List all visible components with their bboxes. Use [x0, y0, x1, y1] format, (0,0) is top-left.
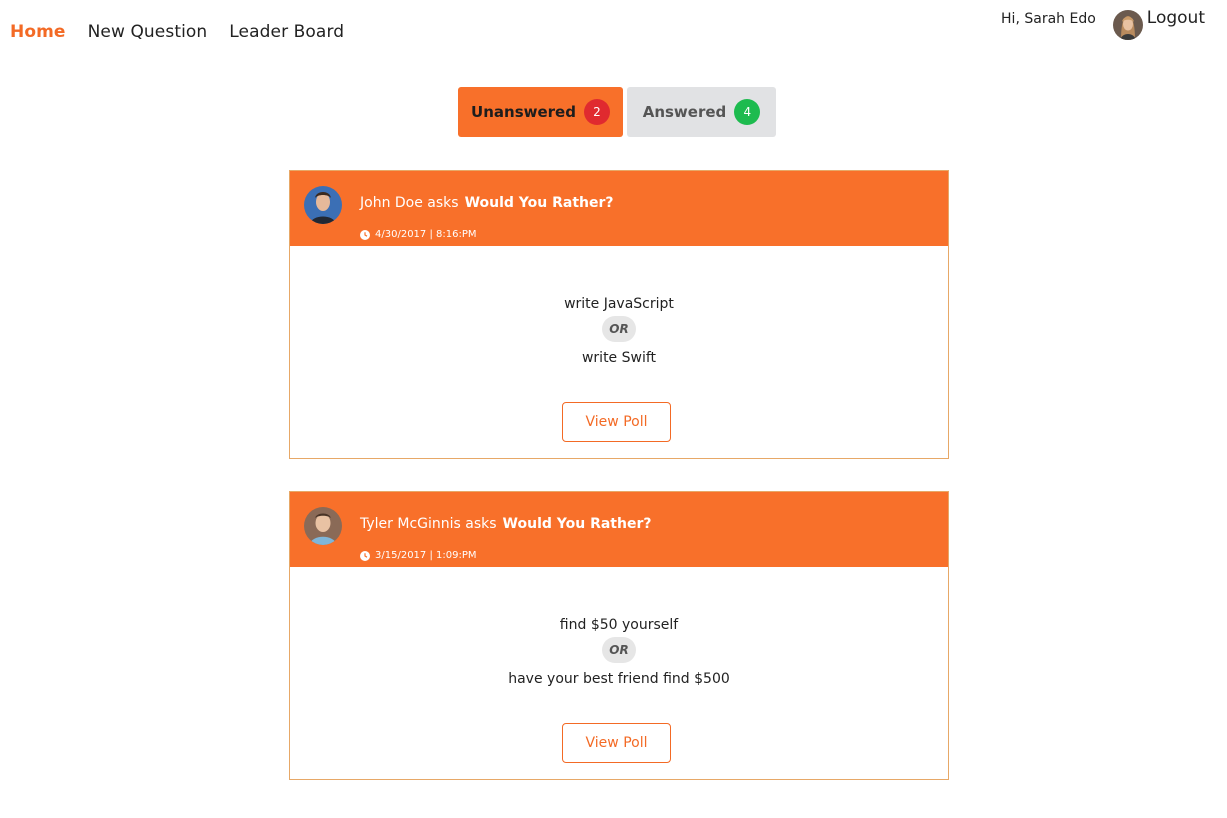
view-poll-button[interactable]: View Poll — [562, 723, 671, 763]
timestamp-text: 4/30/2017 | 8:16:PM — [375, 229, 477, 240]
option-two: have your best friend find $500 — [508, 671, 730, 687]
question-timestamp: 3/15/2017 | 1:09:PM — [360, 550, 476, 561]
clock-icon — [360, 550, 370, 561]
logout-button[interactable]: Logout — [1147, 8, 1205, 28]
question-tabs: Unanswered 2 Answered 4 — [458, 87, 776, 137]
user-greeting: Hi, Sarah Edo — [1001, 11, 1096, 27]
or-divider: OR — [602, 637, 636, 663]
question-card: John Doe asks Would You Rather? 4/30/2017… — [289, 170, 949, 459]
option-one: write JavaScript — [564, 296, 674, 312]
question-asker: Tyler McGinnis asks Would You Rather? — [360, 516, 652, 532]
tab-answered-label: Answered — [642, 103, 727, 121]
tab-unanswered-label: Unanswered — [471, 103, 576, 121]
question-card-body: write JavaScript OR write Swift View Pol… — [290, 246, 948, 458]
question-card: Tyler McGinnis asks Would You Rather? 3/1… — [289, 491, 949, 780]
nav-new-question-link[interactable]: New Question — [88, 22, 208, 42]
asker-avatar — [304, 507, 342, 545]
question-asker: John Doe asks Would You Rather? — [360, 195, 614, 211]
user-menu: Hi, Sarah Edo Logout — [1001, 8, 1205, 40]
question-title: Would You Rather? — [502, 516, 652, 532]
option-one: find $50 yourself — [559, 617, 679, 633]
question-card-body: find $50 yourself OR have your best frie… — [290, 567, 948, 779]
view-poll-button[interactable]: View Poll — [562, 402, 671, 442]
answered-count-badge: 4 — [734, 99, 761, 125]
timestamp-text: 3/15/2017 | 1:09:PM — [375, 550, 477, 561]
or-divider: OR — [602, 316, 636, 342]
asker-name: John Doe asks — [360, 195, 459, 211]
question-timestamp: 4/30/2017 | 8:16:PM — [360, 229, 476, 240]
question-card-header: John Doe asks Would You Rather? 4/30/2017… — [290, 171, 948, 246]
nav-home-link[interactable]: Home — [10, 22, 66, 42]
clock-icon — [360, 229, 370, 240]
question-card-header: Tyler McGinnis asks Would You Rather? 3/1… — [290, 492, 948, 567]
tab-unanswered[interactable]: Unanswered 2 — [458, 87, 623, 137]
unanswered-count-badge: 2 — [583, 99, 610, 125]
asker-avatar — [304, 186, 342, 224]
tab-answered[interactable]: Answered 4 — [627, 87, 776, 137]
asker-name: Tyler McGinnis asks — [360, 516, 497, 532]
main-nav: Home New Question Leader Board — [10, 22, 366, 42]
option-two: write Swift — [581, 350, 657, 366]
question-title: Would You Rather? — [464, 195, 614, 211]
nav-leader-board-link[interactable]: Leader Board — [229, 22, 344, 42]
user-avatar — [1112, 10, 1143, 40]
